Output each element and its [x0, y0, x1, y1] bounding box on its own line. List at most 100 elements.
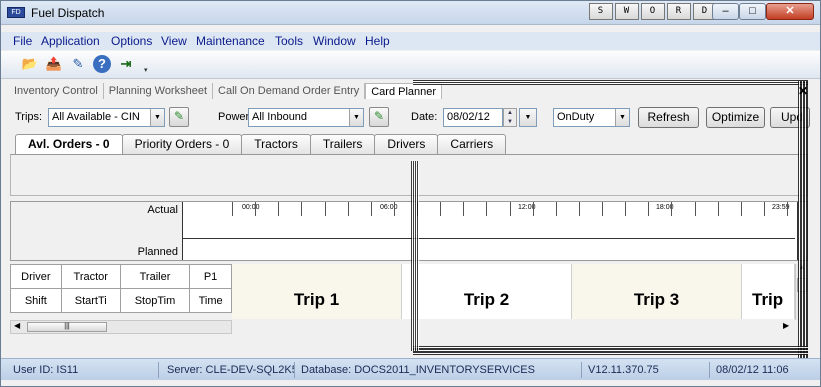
tab-card-planner[interactable]: Card Planner — [365, 83, 443, 99]
sword-letter: W — [615, 3, 639, 20]
grid-header-starttime[interactable]: StartTi — [60, 288, 121, 313]
tab-tractors[interactable]: Tractors — [241, 134, 311, 154]
trips-label: Trips: — [15, 111, 43, 123]
pencil-icon: ✎ — [373, 109, 385, 123]
timeline-tick — [486, 202, 487, 216]
timeline-tick — [510, 202, 511, 216]
chevron-down-icon: ▼ — [520, 109, 536, 126]
panel-close-icon[interactable]: ✕ — [798, 84, 808, 98]
timeline-ruler: 00:00 06:00 12:00 18:00 23:59 — [232, 202, 790, 260]
orders-panel — [10, 154, 808, 196]
close-button[interactable]: ✕ — [766, 3, 814, 20]
timeline-tick — [695, 202, 696, 216]
trips-select[interactable]: All Available - CIN ▼ — [48, 108, 165, 127]
trips-select-value: All Available - CIN — [52, 111, 140, 123]
menu-tools[interactable]: Tools — [275, 34, 303, 48]
drag-outline-bottom — [413, 346, 808, 355]
tab-planning-worksheet[interactable]: Planning Worksheet — [104, 83, 214, 99]
chevron-down-icon: ▼ — [150, 109, 164, 126]
timeline-tick — [463, 202, 464, 216]
trip-card[interactable]: Trip 4 — [742, 264, 795, 319]
refresh-button[interactable]: Refresh — [638, 107, 699, 128]
grid-header-tractor[interactable]: Tractor — [60, 264, 121, 289]
timeline-tick — [718, 202, 719, 216]
optimize-button[interactable]: Optimize — [706, 107, 765, 128]
export-icon[interactable]: 📤 — [45, 55, 63, 73]
sword-indicator: S W O R D — [589, 3, 719, 20]
grid-header-shift[interactable]: Shift — [10, 288, 62, 313]
date-spinner[interactable]: ▲ ▼ — [503, 108, 517, 127]
status-server: Server: CLE-DEV-SQL2K5 — [163, 362, 295, 378]
tab-priority-orders[interactable]: Priority Orders - 0 — [121, 134, 243, 154]
time-label: 00:00 — [242, 204, 260, 211]
date-field[interactable]: 08/02/12 — [443, 108, 503, 127]
timeline-tick — [787, 202, 788, 216]
grid-header-trailer[interactable]: Trailer — [119, 264, 191, 289]
power-select[interactable]: All Inbound ▼ — [248, 108, 364, 127]
window-title: Fuel Dispatch — [31, 6, 105, 20]
open-folder-icon[interactable]: 📂 — [21, 55, 39, 73]
date-picker-button[interactable]: ▼ — [519, 108, 537, 127]
timeline-tick — [301, 202, 302, 216]
pencil-icon: ✎ — [173, 109, 185, 123]
tab-avl-orders[interactable]: Avl. Orders - 0 — [15, 134, 123, 155]
timeline-tick — [671, 202, 672, 216]
tab-drivers[interactable]: Drivers — [374, 134, 439, 154]
menu-maintenance[interactable]: Maintenance — [196, 34, 265, 48]
scroll-right-icon[interactable]: ▶ — [783, 321, 789, 330]
power-select-value: All Inbound — [252, 111, 308, 123]
menu-application[interactable]: Application — [41, 34, 100, 48]
timeline-tick — [232, 202, 233, 216]
timeline-tick — [371, 202, 372, 216]
timeline-tick — [602, 202, 603, 216]
menu-file[interactable]: File — [13, 34, 32, 48]
toolbar-overflow-icon[interactable]: ▾ — [144, 57, 152, 75]
date-label: Date: — [411, 111, 438, 123]
grid-header-driver[interactable]: Driver — [10, 264, 62, 289]
status-datetime: 08/02/12 11:06 — [716, 364, 789, 376]
status-version: V12.11.370.75 — [584, 362, 710, 378]
tab-trailers[interactable]: Trailers — [309, 134, 376, 154]
drag-outline-right — [798, 81, 808, 358]
tab-inventory-control[interactable]: Inventory Control — [9, 83, 104, 99]
actual-label: Actual — [147, 204, 178, 216]
trip-horizontal-scrollbar[interactable]: ▶ — [232, 320, 795, 334]
tab-carriers[interactable]: Carriers — [437, 134, 507, 154]
trip-card[interactable]: Trip 2 — [402, 264, 572, 319]
tab-call-on-demand[interactable]: Call On Demand Order Entry — [213, 83, 366, 99]
chevron-down-icon: ▼ — [615, 109, 629, 126]
timeline-tick — [764, 202, 765, 216]
menu-view[interactable]: View — [161, 34, 187, 48]
timeline-tick — [278, 202, 279, 216]
timeline-tick — [648, 202, 649, 216]
menu-help[interactable]: Help — [365, 34, 390, 48]
menu-options[interactable]: Options — [111, 34, 152, 48]
timeline-tick — [394, 202, 395, 216]
grid-header-stoptime[interactable]: StopTim — [119, 288, 191, 313]
status-select[interactable]: OnDuty ▼ — [553, 108, 630, 127]
grid-header-time[interactable]: Time — [189, 288, 232, 313]
edit-trips-button[interactable]: ✎ — [169, 107, 189, 127]
help-icon[interactable]: ? — [93, 55, 111, 73]
timeline-tick — [741, 202, 742, 216]
sword-letter: S — [589, 3, 613, 20]
scroll-thumb[interactable]: ||| — [27, 322, 107, 332]
scroll-left-icon[interactable]: ◀ — [14, 321, 20, 330]
trip-card[interactable]: Trip 3 — [572, 264, 742, 319]
timeline-tick — [440, 202, 441, 216]
date-field-value: 08/02/12 — [447, 111, 490, 123]
timeline-tick — [325, 202, 326, 216]
minimize-button[interactable]: – — [712, 3, 739, 20]
grid-header-p1[interactable]: P1 — [189, 264, 232, 289]
maximize-button[interactable]: □ — [739, 3, 766, 20]
timeline-tick — [533, 202, 534, 216]
edit-power-button[interactable]: ✎ — [369, 107, 389, 127]
document-tabs: Inventory Control Planning Worksheet Cal… — [9, 83, 443, 101]
trip-card[interactable]: Trip 1 — [232, 264, 402, 319]
menu-window[interactable]: Window — [313, 34, 356, 48]
toolbar: 📂 📤 ✎ ? ⇥ ▾ — [1, 51, 820, 79]
exit-icon[interactable]: ⇥ — [117, 55, 135, 73]
grid-horizontal-scrollbar[interactable]: ◀ ||| — [10, 320, 232, 334]
eraser-icon[interactable]: ✎ — [69, 55, 87, 73]
sword-letter: R — [667, 3, 691, 20]
